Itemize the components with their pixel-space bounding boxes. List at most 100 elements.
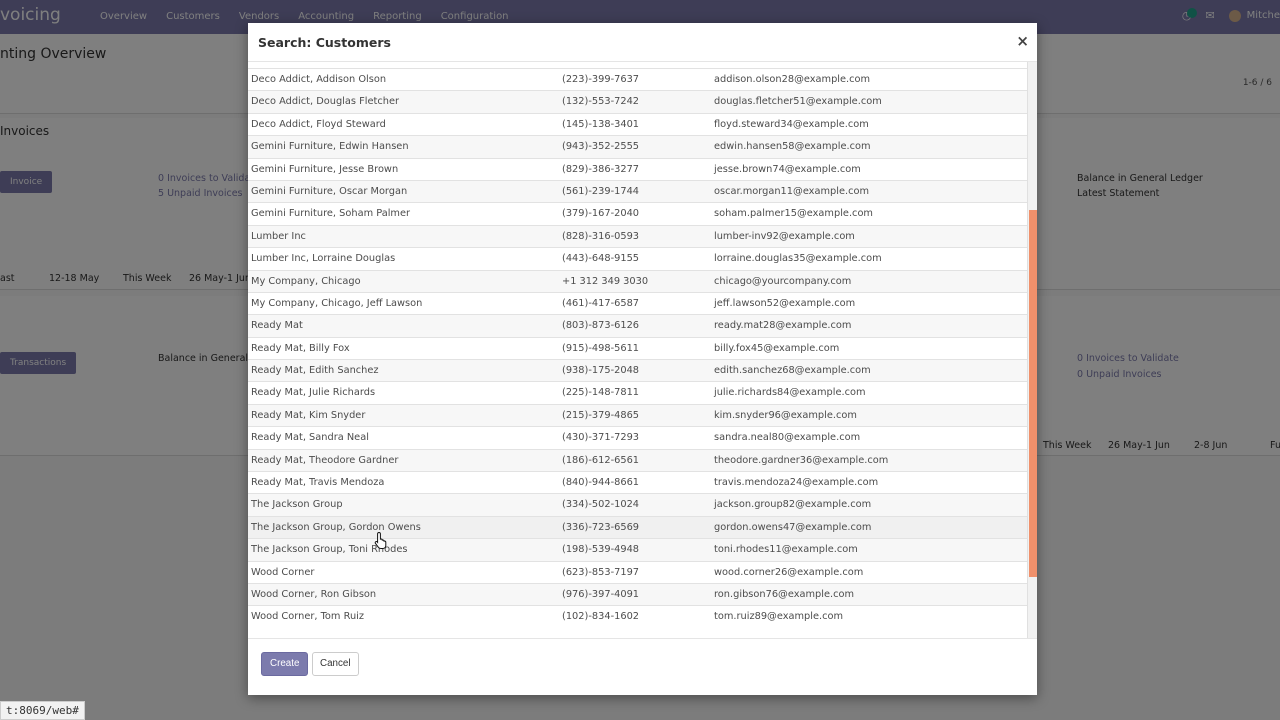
customer-phone: +1 312 349 3030 [562, 275, 649, 287]
customer-phone: (334)-502-1024 [562, 499, 640, 511]
customer-phone: (132)-553-7242 [562, 96, 640, 108]
customer-email: chicago@yourcompany.com [714, 275, 852, 287]
table-row[interactable]: Ready Mat, Theodore Gardner (186)-612-656… [248, 448, 1027, 472]
customer-email: travis.mendoza24@example.com [714, 477, 879, 489]
table-row[interactable]: My Company, Chicago +1 312 349 3030 chicag… [248, 269, 1027, 292]
customer-phone: (102)-834-1602 [562, 611, 640, 623]
table-row[interactable]: Lumber Inc, Lorraine Douglas (443)-648-91… [248, 247, 1027, 269]
table-row[interactable]: Ready Mat, Edith Sanchez (938)-175-2048 ed… [248, 359, 1027, 382]
close-icon[interactable]: × [1016, 32, 1029, 50]
customer-name: Ready Mat, Travis Mendoza [251, 477, 385, 489]
customer-name: Wood Corner, Ron Gibson [251, 588, 377, 600]
customer-name: Lumber Inc [251, 230, 306, 242]
dialog-footer: Create Cancel [248, 640, 1037, 695]
customer-phone: (430)-371-7293 [562, 432, 640, 444]
customer-name: Ready Mat, Kim Snyder [251, 409, 366, 421]
customer-name: Wood Corner [251, 566, 315, 578]
customer-email: edith.sanchez68@example.com [714, 365, 871, 377]
customer-name: Gemini Furniture, Oscar Morgan [251, 185, 408, 197]
customer-name: Wood Corner, Tom Ruiz [251, 611, 365, 623]
customer-phone: (803)-873-6126 [562, 320, 640, 332]
customer-phone: (198)-539-4948 [562, 544, 640, 556]
customer-email: jesse.brown74@example.com [714, 163, 861, 175]
table-row[interactable]: Gemini Furniture, Edwin Hansen (943)-352-… [248, 135, 1027, 158]
customer-list[interactable]: Deco Addict, Addison Olson (223)-399-7637… [248, 62, 1037, 639]
customer-email: jeff.lawson52@example.com [714, 297, 856, 309]
customer-email: tom.ruiz89@example.com [714, 611, 844, 623]
table-row[interactable]: Ready Mat, Kim Snyder (215)-379-4865 kim.s… [248, 403, 1027, 427]
customer-email: sandra.neal80@example.com [714, 432, 861, 444]
table-row[interactable]: Gemini Furniture, Oscar Morgan (561)-239-… [248, 179, 1027, 203]
table-row[interactable]: Ready Mat, Sandra Neal (430)-371-7293 sand… [248, 426, 1027, 448]
customer-name: Deco Addict, Addison Olson [251, 74, 387, 85]
customer-name: Ready Mat, Sandra Neal [251, 432, 369, 444]
table-row[interactable]: Wood Corner (623)-853-7197 wood.corner26@e… [248, 560, 1027, 583]
customer-email: julie.richards84@example.com [714, 387, 866, 399]
customer-name: Deco Addict, Douglas Fletcher [251, 96, 399, 108]
customer-phone: (938)-175-2048 [562, 365, 640, 377]
customer-email: ready.mat28@example.com [714, 320, 852, 332]
customer-name: Ready Mat, Billy Fox [251, 342, 350, 354]
customer-email: toni.rhodes11@example.com [714, 544, 858, 556]
customer-email: lumber-inv92@example.com [714, 230, 855, 242]
table-row[interactable]: Ready Mat (803)-873-6126 ready.mat28@examp… [248, 314, 1027, 337]
table-row[interactable]: Gemini Furniture, Jesse Brown (829)-386-3… [248, 157, 1027, 180]
customer-email: douglas.fletcher51@example.com [714, 96, 882, 108]
table-row[interactable]: My Company, Chicago, Jeff Lawson (461)-41… [248, 291, 1027, 314]
customer-name: My Company, Chicago, Jeff Lawson [251, 297, 423, 309]
customer-email: wood.corner26@example.com [714, 566, 864, 578]
customer-rows: Deco Addict, Addison Olson (223)-399-7637… [248, 68, 1027, 628]
customer-email: kim.snyder96@example.com [714, 409, 857, 421]
customer-name: Ready Mat, Edith Sanchez [251, 365, 379, 377]
customer-name: Gemini Furniture, Edwin Hansen [251, 141, 409, 153]
table-row[interactable]: Ready Mat, Travis Mendoza (840)-944-8661 t… [248, 471, 1027, 493]
table-row[interactable]: Ready Mat, Billy Fox (915)-498-5611 billy.… [248, 336, 1027, 359]
customer-email: theodore.gardner36@example.com [714, 454, 889, 466]
table-row[interactable]: The Jackson Group, Gordon Owens (336)-723… [248, 515, 1027, 539]
table-row[interactable]: Deco Addict, Douglas Fletcher (132)-553-7… [248, 90, 1027, 113]
customer-phone: (186)-612-6561 [562, 454, 640, 466]
search-customers-dialog: Search: Customers × Deco Addict, Addison… [248, 23, 1037, 695]
create-button[interactable]: Create [261, 652, 309, 676]
customer-email: soham.palmer15@example.com [714, 208, 873, 220]
hand-cursor-icon [374, 531, 387, 549]
customer-email: jackson.group82@example.com [714, 499, 872, 511]
customer-name: The Jackson Group, Gordon Owens [251, 521, 421, 533]
cancel-button[interactable]: Cancel [312, 652, 359, 676]
customer-phone: (461)-417-6587 [562, 297, 640, 309]
customer-email: addison.olson28@example.com [714, 74, 871, 85]
customer-email: billy.fox45@example.com [714, 342, 840, 354]
dialog-header: Search: Customers × [248, 23, 1037, 62]
customer-email: gordon.owens47@example.com [714, 521, 872, 533]
table-row[interactable]: Deco Addict, Addison Olson (223)-399-7637… [248, 68, 1027, 90]
customer-name: Gemini Furniture, Soham Palmer [251, 208, 411, 220]
customer-phone: (943)-352-2555 [562, 141, 640, 153]
scrollbar-thumb[interactable] [1029, 210, 1037, 577]
dialog-title: Search: Customers [258, 35, 391, 50]
customer-email: oscar.morgan11@example.com [714, 185, 870, 197]
table-row[interactable]: Deco Addict, Floyd Steward (145)-138-3401… [248, 112, 1027, 135]
customer-name: My Company, Chicago [251, 275, 361, 287]
table-row[interactable]: Wood Corner, Ron Gibson (976)-397-4091 ron… [248, 582, 1027, 606]
table-row[interactable]: The Jackson Group, Toni Rhodes (198)-539-… [248, 538, 1027, 561]
scrollbar[interactable] [1027, 62, 1037, 638]
customer-phone: (336)-723-6569 [562, 521, 640, 533]
customer-phone: (976)-397-4091 [562, 588, 640, 600]
customer-name: Ready Mat, Theodore Gardner [251, 454, 399, 466]
customer-name: Ready Mat, Julie Richards [251, 387, 376, 399]
customer-email: ron.gibson76@example.com [714, 588, 855, 600]
customer-phone: (225)-148-7811 [562, 387, 640, 399]
table-row[interactable]: Wood Corner, Tom Ruiz (102)-834-1602 tom.r… [248, 605, 1027, 627]
table-row[interactable]: Ready Mat, Julie Richards (225)-148-7811 j… [248, 381, 1027, 403]
customer-phone: (623)-853-7197 [562, 566, 640, 578]
customer-phone: (379)-167-2040 [562, 208, 640, 220]
customer-phone: (215)-379-4865 [562, 409, 640, 421]
customer-name: Deco Addict, Floyd Steward [251, 118, 386, 130]
customer-phone: (915)-498-5611 [562, 342, 640, 354]
customer-name: The Jackson Group [251, 499, 343, 511]
customer-phone: (840)-944-8661 [562, 477, 640, 489]
table-row[interactable]: Lumber Inc (828)-316-0593 lumber-inv92@exa… [248, 224, 1027, 248]
table-row[interactable]: The Jackson Group (334)-502-1024 jackson.g… [248, 493, 1027, 516]
customer-name: Lumber Inc, Lorraine Douglas [251, 253, 396, 265]
table-row[interactable]: Gemini Furniture, Soham Palmer (379)-167-… [248, 202, 1027, 224]
